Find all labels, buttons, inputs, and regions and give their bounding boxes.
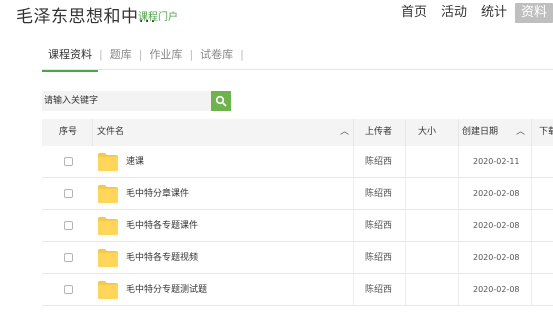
file-name[interactable]: 速课 [126, 146, 144, 178]
column-divider [405, 119, 406, 146]
column-divider [458, 242, 459, 274]
column-divider [405, 146, 406, 178]
column-divider [458, 178, 459, 210]
column-divider [353, 210, 354, 242]
row-checkbox[interactable] [64, 285, 73, 294]
column-divider [405, 274, 406, 306]
uploader: 陈绍西 [365, 285, 393, 295]
file-name[interactable]: 毛中特分专题测试题 [126, 274, 207, 306]
folder-icon [98, 185, 118, 203]
table-header: 序号 文件名 ︿ 上传者 大小 创建日期 ︿ 下载 [42, 119, 553, 146]
table-row[interactable]: 毛中特分专题测试题 陈绍西 2020-02-08 [42, 274, 553, 306]
column-divider [531, 274, 532, 306]
column-header-size: 大小 [418, 127, 437, 137]
sort-caret-icon[interactable]: ︿ [340, 119, 349, 146]
column-divider [405, 178, 406, 210]
row-checkbox[interactable] [64, 157, 73, 166]
column-divider [531, 210, 532, 242]
file-name[interactable]: 毛中特分章课件 [126, 178, 189, 210]
search-icon [215, 95, 227, 107]
nav-activity[interactable]: 活动 [435, 3, 473, 23]
column-divider [458, 119, 459, 146]
column-divider [405, 242, 406, 274]
material-tabs: 课程资料 | 题库 | 作业库 | 试卷库 | [42, 44, 553, 72]
row-checkbox[interactable] [64, 253, 73, 262]
column-divider [405, 210, 406, 242]
table-row[interactable]: 毛中特各专题视频 陈绍西 2020-02-08 [42, 242, 553, 274]
file-name[interactable]: 毛中特各专题课件 [126, 210, 198, 242]
created-date: 2020-02-08 [473, 253, 520, 262]
column-divider [353, 178, 354, 210]
column-divider [92, 119, 93, 146]
search-button[interactable] [211, 91, 231, 111]
created-date: 2020-02-08 [473, 285, 520, 294]
column-divider [458, 210, 459, 242]
row-checkbox[interactable] [64, 221, 73, 230]
uploader: 陈绍西 [365, 157, 393, 167]
nav-statistics[interactable]: 统计 [475, 3, 513, 23]
column-divider [458, 274, 459, 306]
file-name[interactable]: 毛中特各专题视频 [126, 242, 198, 274]
tab-divider: | [240, 48, 244, 61]
created-date: 2020-02-11 [473, 157, 520, 166]
top-bar: 毛泽东思想和中... 课程门户 首页 活动 统计 资料 [0, 0, 553, 30]
tab-course-materials[interactable]: 课程资料 [42, 44, 98, 72]
search-box [42, 91, 231, 111]
created-date: 2020-02-08 [473, 221, 520, 230]
folder-icon [98, 217, 118, 235]
nav-home[interactable]: 首页 [395, 3, 433, 23]
column-header-download: 下载 [539, 127, 553, 137]
tab-question-bank[interactable]: 题库 [104, 44, 138, 70]
nav-materials[interactable]: 资料 [514, 3, 553, 23]
sort-caret-icon[interactable]: ︿ [516, 119, 525, 146]
column-divider [353, 119, 354, 146]
column-divider [531, 242, 532, 274]
column-divider [531, 146, 532, 178]
column-divider [458, 146, 459, 178]
column-header-uploader: 上传者 [365, 127, 393, 137]
top-nav: 首页 活动 统计 资料 [393, 2, 553, 24]
table-row[interactable]: 速课 陈绍西 2020-02-11 [42, 146, 553, 178]
course-title: 毛泽东思想和中... [16, 7, 157, 27]
uploader: 陈绍西 [365, 189, 393, 199]
table-row[interactable]: 毛中特各专题课件 陈绍西 2020-02-08 [42, 210, 553, 242]
folder-icon [98, 249, 118, 267]
tab-homework-bank[interactable]: 作业库 [143, 44, 188, 70]
column-header-created-date[interactable]: 创建日期 [462, 119, 498, 146]
uploader: 陈绍西 [365, 221, 393, 231]
column-header-index: 序号 [59, 127, 78, 137]
uploader: 陈绍西 [365, 253, 393, 263]
row-checkbox[interactable] [64, 189, 73, 198]
column-divider [353, 242, 354, 274]
column-divider [353, 146, 354, 178]
folder-icon [98, 281, 118, 299]
column-header-filename[interactable]: 文件名 [97, 119, 124, 146]
column-divider [531, 178, 532, 210]
column-divider [531, 119, 532, 146]
created-date: 2020-02-08 [473, 189, 520, 198]
course-portal-link[interactable]: 课程门户 [138, 8, 178, 23]
search-input[interactable] [42, 91, 211, 111]
folder-icon [98, 153, 118, 171]
tab-exam-bank[interactable]: 试卷库 [194, 44, 239, 70]
column-divider [353, 274, 354, 306]
table-row[interactable]: 毛中特分章课件 陈绍西 2020-02-08 [42, 178, 553, 210]
